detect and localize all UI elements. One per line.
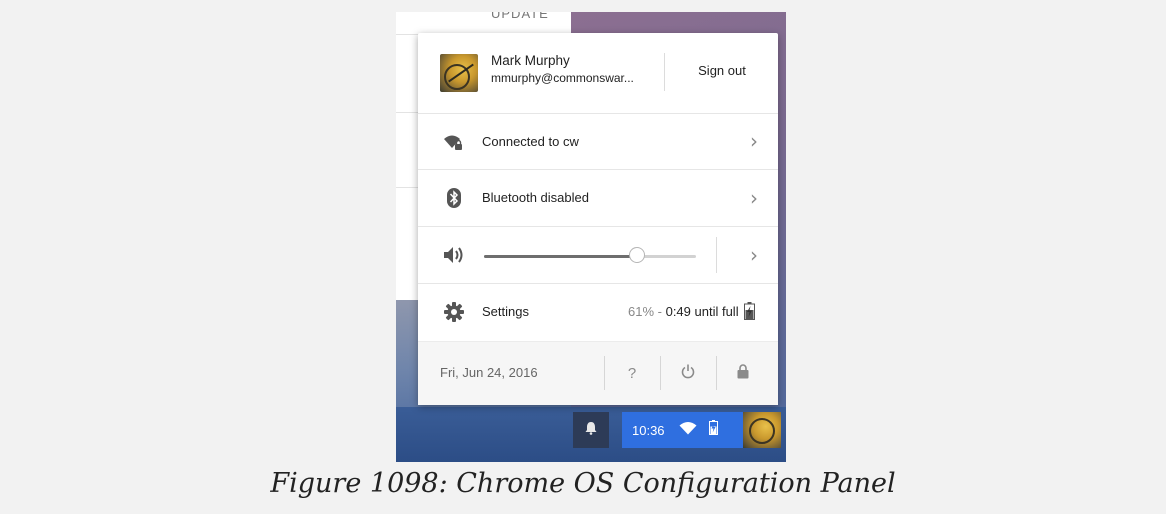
notification-button[interactable] bbox=[573, 412, 609, 448]
lock-button[interactable] bbox=[723, 360, 763, 386]
volume-slider-fill bbox=[484, 255, 637, 258]
volume-slider[interactable] bbox=[484, 247, 696, 263]
chevron-right-icon: › bbox=[750, 186, 758, 210]
settings-label: Settings bbox=[482, 304, 529, 319]
battery-separator: - bbox=[654, 304, 666, 319]
battery-charging-icon bbox=[708, 420, 718, 440]
divider bbox=[660, 356, 661, 390]
lock-icon bbox=[737, 363, 749, 383]
divider bbox=[716, 356, 717, 390]
sign-out-button[interactable]: Sign out bbox=[674, 63, 770, 78]
system-tray-panel: Mark Murphy mmurphy@commonswar... Sign o… bbox=[418, 33, 778, 405]
avatar[interactable] bbox=[743, 412, 781, 448]
bluetooth-icon bbox=[442, 186, 466, 210]
network-label: Connected to cw bbox=[482, 134, 579, 149]
battery-charging-icon bbox=[744, 302, 755, 325]
bell-icon bbox=[585, 421, 597, 440]
user-email: mmurphy@commonswar... bbox=[491, 71, 634, 85]
divider bbox=[604, 356, 605, 390]
settings-row[interactable]: Settings 61% - 0:49 until full bbox=[418, 284, 778, 341]
chevron-right-icon[interactable]: › bbox=[750, 243, 758, 267]
network-row[interactable]: Connected to cw › bbox=[418, 114, 778, 170]
speaker-icon[interactable] bbox=[442, 243, 466, 267]
wifi-icon bbox=[679, 421, 697, 440]
battery-time: 0:49 until full bbox=[665, 304, 739, 319]
divider bbox=[716, 237, 717, 273]
background-window-text: UPDATE bbox=[491, 12, 549, 21]
avatar bbox=[440, 54, 478, 92]
wifi-locked-icon bbox=[442, 130, 466, 154]
help-button[interactable]: ? bbox=[612, 360, 652, 386]
clock: 10:36 bbox=[632, 422, 665, 438]
date-label: Fri, Jun 24, 2016 bbox=[440, 365, 538, 380]
power-button[interactable] bbox=[668, 360, 708, 386]
volume-slider-thumb[interactable] bbox=[628, 247, 645, 263]
user-row: Mark Murphy mmurphy@commonswar... Sign o… bbox=[418, 33, 778, 114]
power-icon bbox=[681, 364, 695, 383]
chevron-right-icon: › bbox=[750, 129, 758, 153]
battery-percent: 61% bbox=[628, 304, 655, 319]
status-area-button[interactable]: 10:36 bbox=[622, 412, 743, 448]
gear-icon bbox=[442, 300, 466, 324]
user-name: Mark Murphy bbox=[491, 53, 570, 68]
bluetooth-row[interactable]: Bluetooth disabled › bbox=[418, 170, 778, 227]
battery-status: 61% - 0:49 until full bbox=[628, 304, 739, 319]
divider bbox=[664, 53, 665, 91]
screenshot: UPDATE Mark Murphy mmurphy@commonswar...… bbox=[396, 12, 786, 462]
footer-row: Fri, Jun 24, 2016 ? bbox=[418, 341, 778, 405]
figure-caption: Figure 1098: Chrome OS Configuration Pan… bbox=[270, 468, 896, 499]
volume-row: › bbox=[418, 227, 778, 284]
bluetooth-label: Bluetooth disabled bbox=[482, 190, 589, 205]
